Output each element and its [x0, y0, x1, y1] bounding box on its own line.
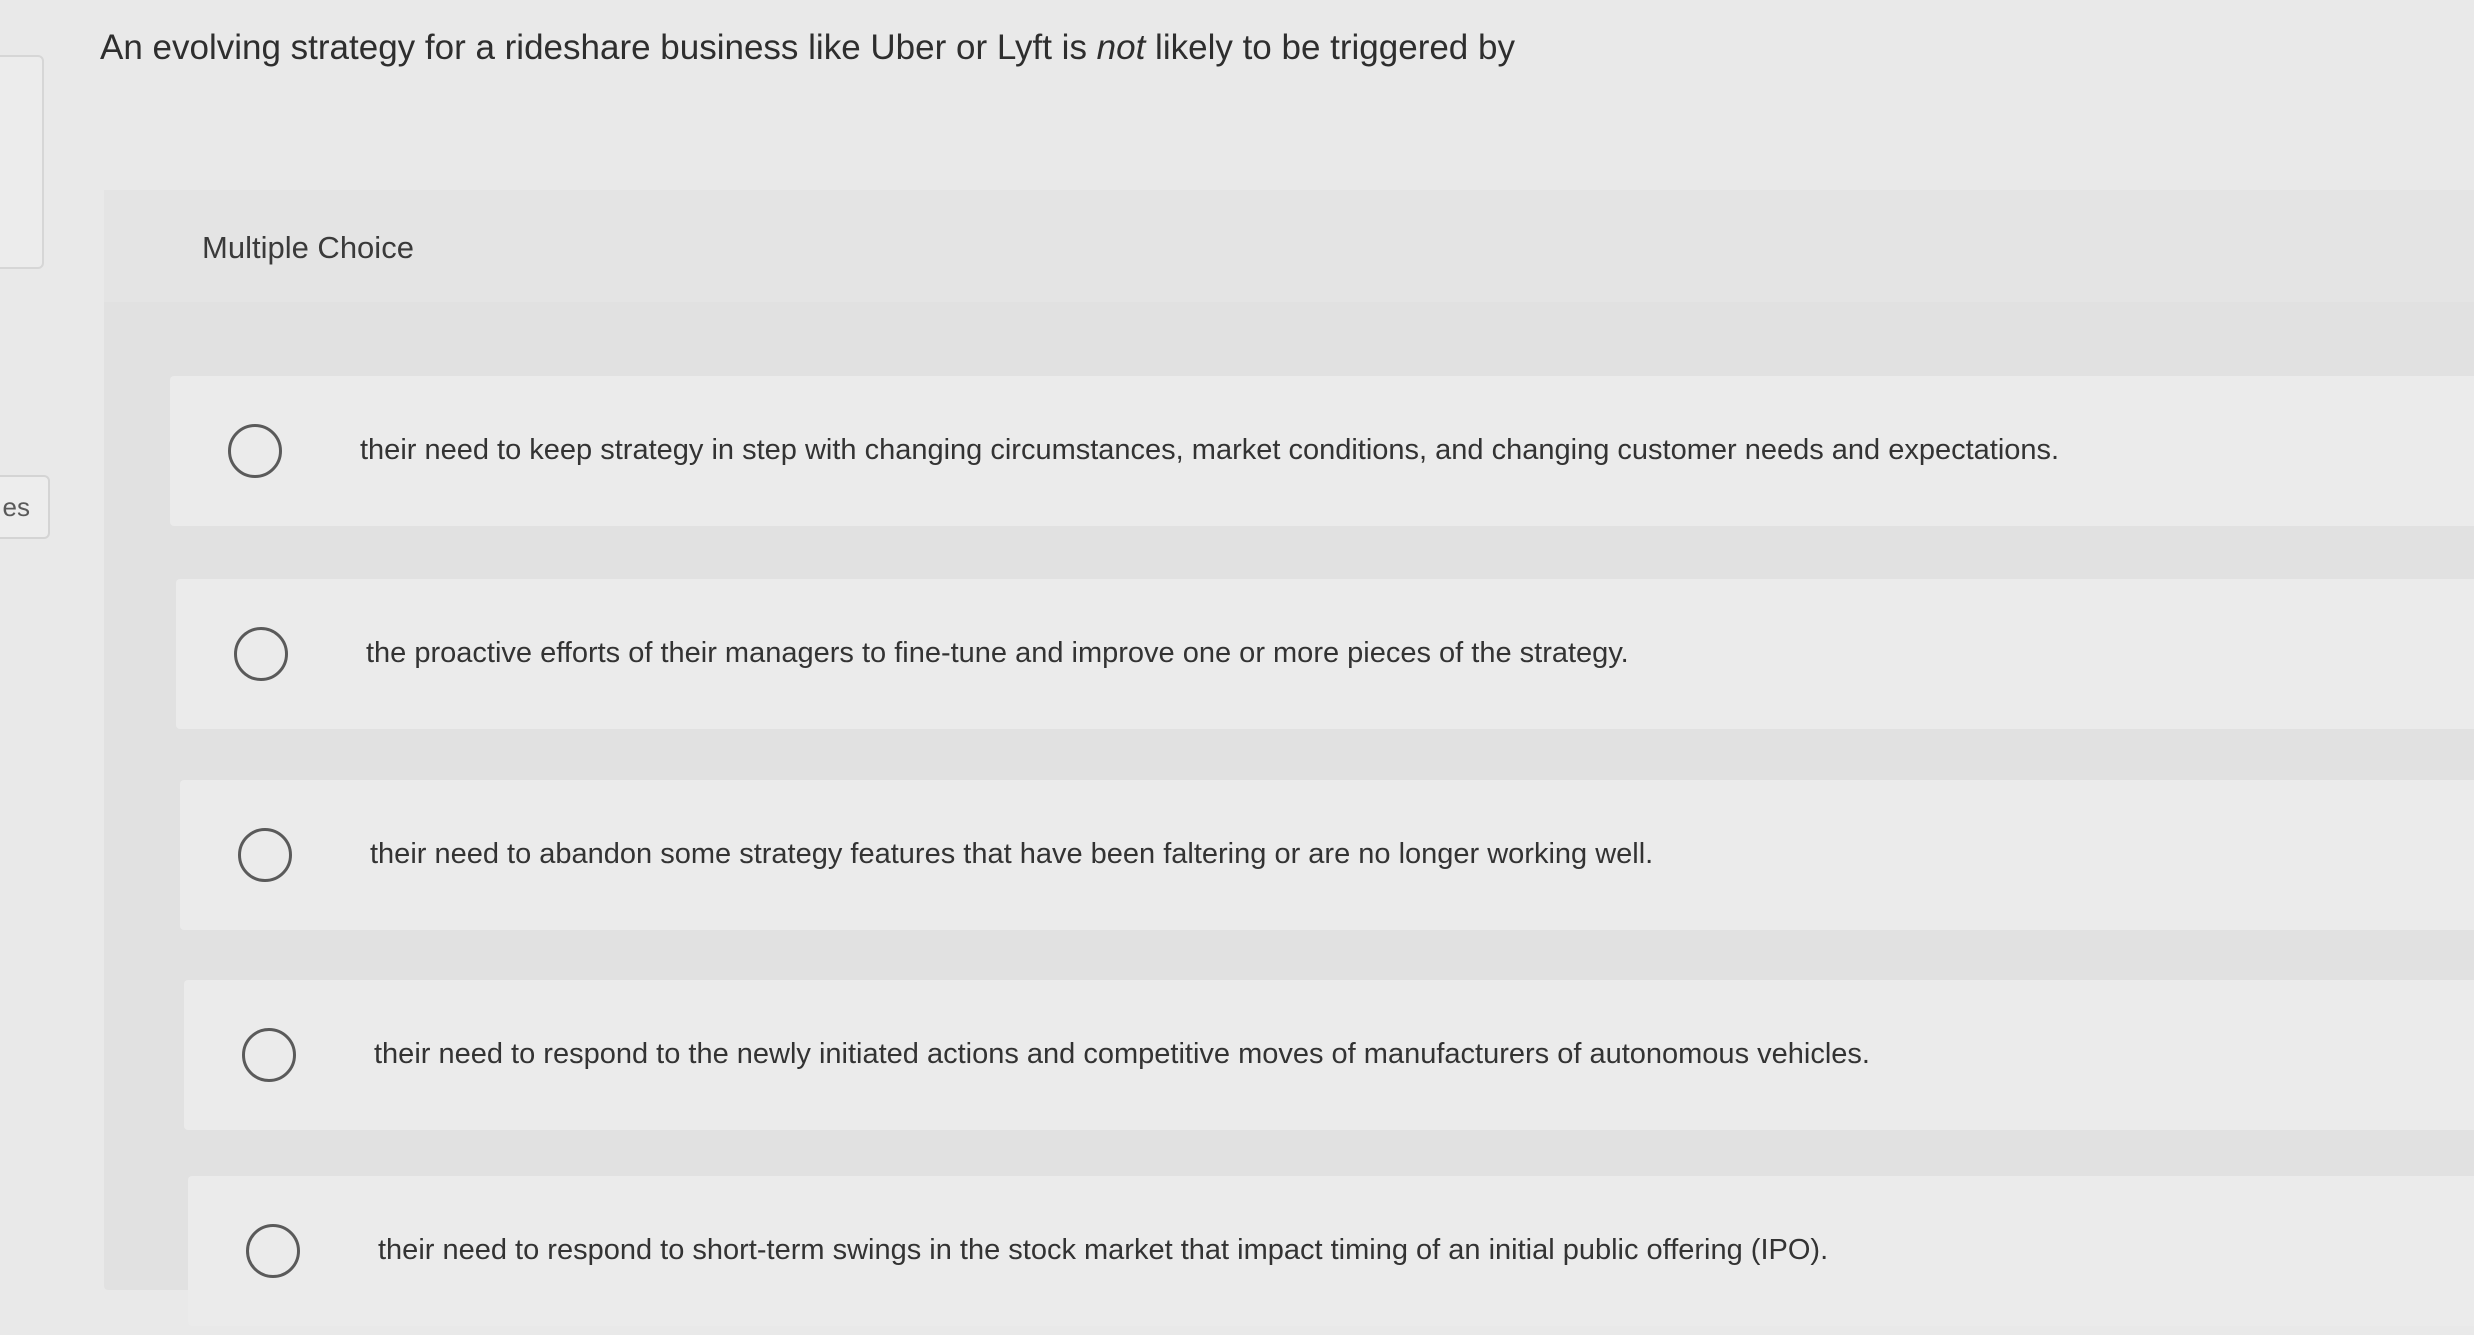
answer-option-3[interactable]: their need to abandon some strategy feat… [180, 780, 2474, 930]
question-text-end: likely to be triggered by [1145, 28, 1515, 67]
answer-option-5[interactable]: their need to respond to short-term swin… [188, 1176, 2474, 1326]
option-text: the proactive efforts of their managers … [366, 637, 1629, 669]
panel-header: Multiple Choice [104, 190, 2474, 302]
answer-option-2[interactable]: the proactive efforts of their managers … [176, 579, 2474, 729]
question-text-start: An evolving strategy for a rideshare bus… [100, 28, 1097, 67]
question-prompt: An evolving strategy for a rideshare bus… [100, 22, 1515, 74]
radio-button[interactable] [246, 1224, 300, 1278]
multiple-choice-panel: Multiple Choice their need to keep strat… [104, 190, 2474, 1326]
option-text: their need to keep strategy in step with… [360, 434, 2060, 466]
side-tab[interactable]: es [0, 475, 50, 539]
radio-button[interactable] [234, 627, 288, 681]
radio-button[interactable] [242, 1028, 296, 1082]
question-type-label: Multiple Choice [202, 230, 414, 265]
question-emphasis: not [1096, 28, 1146, 67]
option-text: their need to respond to short-term swin… [378, 1234, 1829, 1266]
radio-button[interactable] [228, 424, 282, 478]
radio-button[interactable] [238, 828, 292, 882]
option-text: their need to abandon some strategy feat… [370, 838, 1654, 870]
side-tab-label: es [2, 491, 30, 522]
option-text: their need to respond to the newly initi… [374, 1038, 1870, 1070]
answer-option-1[interactable]: their need to keep strategy in step with… [170, 376, 2474, 526]
answer-option-4[interactable]: their need to respond to the newly initi… [184, 980, 2474, 1130]
left-edge-panel [0, 55, 44, 269]
